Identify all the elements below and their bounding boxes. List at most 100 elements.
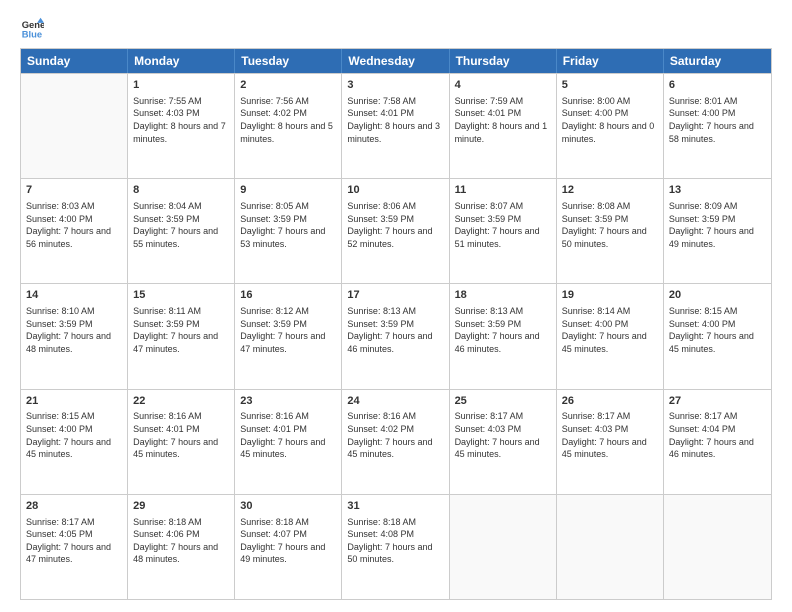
- day-info: Sunrise: 8:17 AMSunset: 4:03 PMDaylight:…: [455, 410, 551, 460]
- cal-cell-1-1: [21, 74, 128, 178]
- day-info: Sunrise: 8:00 AMSunset: 4:00 PMDaylight:…: [562, 95, 658, 145]
- cal-cell-3-3: 16 Sunrise: 8:12 AMSunset: 3:59 PMDayligh…: [235, 284, 342, 388]
- cal-cell-5-7: [664, 495, 771, 599]
- cal-cell-3-5: 18 Sunrise: 8:13 AMSunset: 3:59 PMDayligh…: [450, 284, 557, 388]
- day-number: 30: [240, 499, 336, 514]
- cal-cell-2-7: 13 Sunrise: 8:09 AMSunset: 3:59 PMDayligh…: [664, 179, 771, 283]
- day-number: 11: [455, 183, 551, 198]
- cal-cell-2-3: 9 Sunrise: 8:05 AMSunset: 3:59 PMDaylight…: [235, 179, 342, 283]
- svg-text:Blue: Blue: [22, 28, 42, 39]
- day-number: 14: [26, 288, 122, 303]
- cal-cell-3-4: 17 Sunrise: 8:13 AMSunset: 3:59 PMDayligh…: [342, 284, 449, 388]
- day-number: 26: [562, 394, 658, 409]
- day-number: 3: [347, 78, 443, 93]
- day-number: 23: [240, 394, 336, 409]
- cal-cell-4-7: 27Sunrise: 8:17 AMSunset: 4:04 PMDayligh…: [664, 390, 771, 494]
- header-day-sunday: Sunday: [21, 49, 128, 73]
- day-number: 21: [26, 394, 122, 409]
- day-info: Sunrise: 8:18 AMSunset: 4:06 PMDaylight:…: [133, 516, 229, 566]
- day-number: 10: [347, 183, 443, 198]
- day-number: 27: [669, 394, 766, 409]
- cal-cell-1-4: 3 Sunrise: 7:58 AMSunset: 4:01 PMDaylight…: [342, 74, 449, 178]
- cal-cell-2-2: 8 Sunrise: 8:04 AMSunset: 3:59 PMDaylight…: [128, 179, 235, 283]
- header: General Blue: [20, 16, 772, 40]
- cal-cell-5-5: [450, 495, 557, 599]
- cal-cell-2-1: 7Sunrise: 8:03 AMSunset: 4:00 PMDaylight…: [21, 179, 128, 283]
- cal-cell-4-4: 24Sunrise: 8:16 AMSunset: 4:02 PMDayligh…: [342, 390, 449, 494]
- logo-icon: General Blue: [20, 16, 44, 40]
- calendar: SundayMondayTuesdayWednesdayThursdayFrid…: [20, 48, 772, 600]
- day-number: 2: [240, 78, 336, 93]
- day-number: 24: [347, 394, 443, 409]
- day-number: 29: [133, 499, 229, 514]
- week-row-3: 14 Sunrise: 8:10 AMSunset: 3:59 PMDayligh…: [21, 283, 771, 388]
- day-info: Sunrise: 7:58 AMSunset: 4:01 PMDaylight:…: [347, 95, 443, 145]
- day-info: Sunrise: 7:59 AMSunset: 4:01 PMDaylight:…: [455, 95, 551, 145]
- day-number: 9: [240, 183, 336, 198]
- cal-cell-4-3: 23Sunrise: 8:16 AMSunset: 4:01 PMDayligh…: [235, 390, 342, 494]
- week-row-4: 21Sunrise: 8:15 AMSunset: 4:00 PMDayligh…: [21, 389, 771, 494]
- day-number: 22: [133, 394, 229, 409]
- day-number: 25: [455, 394, 551, 409]
- day-info: Sunrise: 8:07 AMSunset: 3:59 PMDaylight:…: [455, 200, 551, 250]
- day-number: 7: [26, 183, 122, 198]
- day-info: Sunrise: 7:56 AMSunset: 4:02 PMDaylight:…: [240, 95, 336, 145]
- day-number: 12: [562, 183, 658, 198]
- cal-cell-1-5: 4 Sunrise: 7:59 AMSunset: 4:01 PMDaylight…: [450, 74, 557, 178]
- day-info: Sunrise: 8:04 AMSunset: 3:59 PMDaylight:…: [133, 200, 229, 250]
- day-info: Sunrise: 8:09 AMSunset: 3:59 PMDaylight:…: [669, 200, 766, 250]
- cal-cell-1-3: 2 Sunrise: 7:56 AMSunset: 4:02 PMDaylight…: [235, 74, 342, 178]
- day-number: 1: [133, 78, 229, 93]
- day-number: 16: [240, 288, 336, 303]
- day-info: Sunrise: 8:17 AMSunset: 4:04 PMDaylight:…: [669, 410, 766, 460]
- cal-cell-3-2: 15Sunrise: 8:11 AMSunset: 3:59 PMDayligh…: [128, 284, 235, 388]
- cal-cell-2-4: 10 Sunrise: 8:06 AMSunset: 3:59 PMDayligh…: [342, 179, 449, 283]
- day-info: Sunrise: 8:17 AMSunset: 4:03 PMDaylight:…: [562, 410, 658, 460]
- header-day-saturday: Saturday: [664, 49, 771, 73]
- day-info: Sunrise: 8:01 AMSunset: 4:00 PMDaylight:…: [669, 95, 766, 145]
- day-number: 6: [669, 78, 766, 93]
- calendar-header: SundayMondayTuesdayWednesdayThursdayFrid…: [21, 49, 771, 73]
- day-number: 18: [455, 288, 551, 303]
- cal-cell-4-6: 26Sunrise: 8:17 AMSunset: 4:03 PMDayligh…: [557, 390, 664, 494]
- day-info: Sunrise: 8:10 AMSunset: 3:59 PMDaylight:…: [26, 305, 122, 355]
- day-number: 31: [347, 499, 443, 514]
- cal-cell-1-7: 6 Sunrise: 8:01 AMSunset: 4:00 PMDaylight…: [664, 74, 771, 178]
- header-day-thursday: Thursday: [450, 49, 557, 73]
- day-info: Sunrise: 8:06 AMSunset: 3:59 PMDaylight:…: [347, 200, 443, 250]
- cal-cell-2-6: 12Sunrise: 8:08 AMSunset: 3:59 PMDayligh…: [557, 179, 664, 283]
- day-info: Sunrise: 8:05 AMSunset: 3:59 PMDaylight:…: [240, 200, 336, 250]
- cal-cell-4-5: 25Sunrise: 8:17 AMSunset: 4:03 PMDayligh…: [450, 390, 557, 494]
- day-number: 8: [133, 183, 229, 198]
- day-info: Sunrise: 8:18 AMSunset: 4:08 PMDaylight:…: [347, 516, 443, 566]
- logo: General Blue: [20, 16, 44, 40]
- cal-cell-1-6: 5Sunrise: 8:00 AMSunset: 4:00 PMDaylight…: [557, 74, 664, 178]
- cal-cell-5-3: 30 Sunrise: 8:18 AMSunset: 4:07 PMDayligh…: [235, 495, 342, 599]
- day-info: Sunrise: 8:14 AMSunset: 4:00 PMDaylight:…: [562, 305, 658, 355]
- calendar-body: 1 Sunrise: 7:55 AMSunset: 4:03 PMDaylight…: [21, 73, 771, 599]
- cal-cell-5-1: 28Sunrise: 8:17 AMSunset: 4:05 PMDayligh…: [21, 495, 128, 599]
- page: General Blue SundayMondayTuesdayWednesda…: [0, 0, 792, 612]
- day-info: Sunrise: 8:16 AMSunset: 4:01 PMDaylight:…: [240, 410, 336, 460]
- day-info: Sunrise: 8:13 AMSunset: 3:59 PMDaylight:…: [455, 305, 551, 355]
- day-info: Sunrise: 8:12 AMSunset: 3:59 PMDaylight:…: [240, 305, 336, 355]
- week-row-2: 7Sunrise: 8:03 AMSunset: 4:00 PMDaylight…: [21, 178, 771, 283]
- week-row-5: 28Sunrise: 8:17 AMSunset: 4:05 PMDayligh…: [21, 494, 771, 599]
- day-info: Sunrise: 8:13 AMSunset: 3:59 PMDaylight:…: [347, 305, 443, 355]
- day-info: Sunrise: 8:18 AMSunset: 4:07 PMDaylight:…: [240, 516, 336, 566]
- day-info: Sunrise: 8:16 AMSunset: 4:02 PMDaylight:…: [347, 410, 443, 460]
- header-day-wednesday: Wednesday: [342, 49, 449, 73]
- day-number: 17: [347, 288, 443, 303]
- day-number: 13: [669, 183, 766, 198]
- header-day-tuesday: Tuesday: [235, 49, 342, 73]
- cal-cell-4-1: 21Sunrise: 8:15 AMSunset: 4:00 PMDayligh…: [21, 390, 128, 494]
- cal-cell-3-7: 20Sunrise: 8:15 AMSunset: 4:00 PMDayligh…: [664, 284, 771, 388]
- header-day-monday: Monday: [128, 49, 235, 73]
- day-number: 4: [455, 78, 551, 93]
- day-info: Sunrise: 7:55 AMSunset: 4:03 PMDaylight:…: [133, 95, 229, 145]
- day-info: Sunrise: 8:17 AMSunset: 4:05 PMDaylight:…: [26, 516, 122, 566]
- cal-cell-2-5: 11 Sunrise: 8:07 AMSunset: 3:59 PMDayligh…: [450, 179, 557, 283]
- header-day-friday: Friday: [557, 49, 664, 73]
- day-info: Sunrise: 8:16 AMSunset: 4:01 PMDaylight:…: [133, 410, 229, 460]
- day-number: 19: [562, 288, 658, 303]
